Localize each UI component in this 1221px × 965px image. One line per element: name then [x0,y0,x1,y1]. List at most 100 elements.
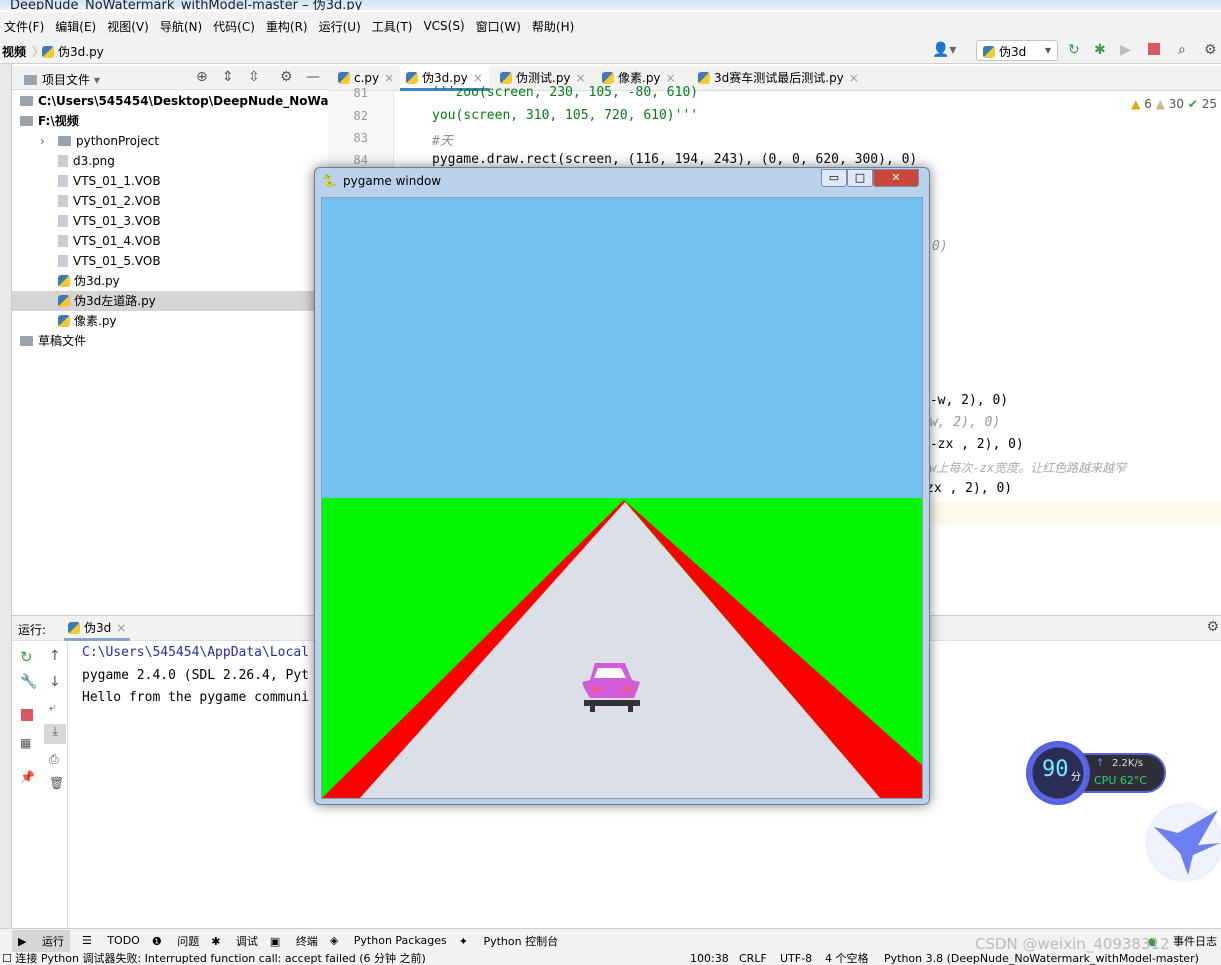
minimize-button[interactable]: ▭ [821,169,847,187]
tree-item[interactable]: ⌄F:\视频 [12,111,328,131]
python-file-icon [602,72,614,84]
tool-label: 运行 [41,934,64,948]
run-config-select[interactable]: 伪3d ▾ [976,40,1058,61]
print-icon[interactable]: ⎙ [49,752,59,767]
menu-file[interactable]: 文件(F) [0,18,44,35]
console-line: pygame 2.4.0 (SDL 2.26.4, Pyt [82,667,309,683]
tool-python-packages[interactable]: ◈ Python Packages [330,934,447,947]
menu-code[interactable]: 代码(C) [209,18,255,35]
tool-label: Python Packages [353,934,447,947]
breadcrumb-folder[interactable]: 视频 [2,43,26,60]
wrench-icon[interactable]: 🔧 [20,674,37,690]
score-value: 90 [1042,757,1069,782]
menu-run[interactable]: 运行(U) [315,18,361,35]
pygame-window[interactable]: 🐍 pygame window ▭ □ ✕ [314,167,930,805]
menu-edit[interactable]: 编辑(E) [51,18,96,35]
locate-icon[interactable]: ⊕ [196,69,208,85]
code-fragment: zx , 2), 0) [926,481,1013,496]
close-icon[interactable]: × [473,71,483,85]
close-icon[interactable]: × [576,71,586,85]
collapse-all-icon[interactable]: ⇳ [248,69,260,85]
menu-refactor[interactable]: 重构(R) [262,18,308,35]
python-file-icon [500,72,512,84]
tree-item[interactable]: VTS_01_5.VOB [12,251,328,271]
tool-debug[interactable]: ✱ 调试 [211,933,258,949]
tree-item[interactable]: 伪3d左道路.py [12,291,328,311]
maximize-button[interactable]: □ [847,169,873,187]
car-taillight [592,687,600,691]
soft-wrap-icon[interactable]: ⤶ [49,700,56,715]
tree-item[interactable]: VTS_01_2.VOB [12,191,328,211]
menu-navigate[interactable]: 导航(N) [156,18,202,35]
breadcrumb-file[interactable]: 伪3d.py [42,43,104,60]
tree-item[interactable]: 伪3d.py [12,271,328,291]
chevron-right-icon[interactable]: › [40,131,45,151]
up-arrow-icon[interactable]: ↑ [49,648,61,664]
tool-python-console[interactable]: ✦ Python 控制台 [459,933,558,949]
close-icon[interactable]: × [384,71,394,85]
pin-icon[interactable]: 📌 [20,770,35,784]
left-tool-strip [0,64,12,930]
tool-terminal[interactable]: ▣ 终端 [270,933,318,949]
tool-run[interactable]: ▶ 运行 [12,929,70,952]
close-icon[interactable]: × [666,71,676,85]
tree-item[interactable]: › pythonProject [12,131,328,151]
close-icon[interactable]: × [849,71,859,85]
line-separator[interactable]: CRLF [739,952,767,965]
down-arrow-icon[interactable]: ↓ [49,674,61,690]
caret-position[interactable]: 100:38 [690,952,729,965]
project-view-select[interactable]: 项目文件 ▾ [24,71,100,88]
menu-view[interactable]: 视图(V) [103,18,149,35]
tab-label: c.py [354,71,380,85]
search-icon[interactable]: ⌕ [1178,42,1186,58]
close-icon[interactable]: × [116,621,126,635]
pygame-canvas[interactable] [321,197,923,799]
status-message[interactable]: ☐ 连接 Python 调试器失败: Interrupted function … [2,952,426,965]
file-icon [58,195,68,207]
stop-icon[interactable] [1148,43,1160,55]
tree-item[interactable]: ›草稿文件 [12,331,328,351]
tree-item[interactable]: VTS_01_1.VOB [12,171,328,191]
tree-item-label: pythonProject [76,134,160,148]
tree-item[interactable]: 像素.py [12,311,328,331]
rerun-icon[interactable]: ↻ [20,648,33,666]
indent-setting[interactable]: 4 个空格 [825,952,869,965]
hide-icon[interactable]: — [306,69,320,85]
gear-icon[interactable]: ⚙ [1206,619,1219,635]
menu-vcs[interactable]: VCS(S) [419,19,464,33]
menu-tools[interactable]: 工具(T) [368,18,413,35]
tool-problems[interactable]: ❶ 问题 [152,933,199,949]
console-output[interactable]: C:\Users\545454\AppData\Local pygame 2.4… [82,642,309,710]
trash-icon[interactable]: 🗑 [49,776,64,790]
tool-todo[interactable]: ☰ TODO [82,934,140,947]
run-tab[interactable]: 伪3d × [64,616,131,641]
system-monitor-widget[interactable]: 90 分 ↑ 2.2K/s CPU 62°C [1026,741,1166,805]
hummingbird-app-icon[interactable] [1148,805,1221,880]
python-interpreter[interactable]: Python 3.8 (DeepNude_NoWatermark_withMod… [884,952,1199,965]
menu-window[interactable]: 窗口(W) [472,18,521,35]
layout-icon[interactable]: ▦ [20,736,31,750]
tab-3d-racing-test-py[interactable]: 3d赛车测试最后测试.py × [692,66,865,91]
tree-item[interactable]: VTS_01_4.VOB [12,231,328,251]
tree-item[interactable]: ⌄C:\Users\545454\Desktop\DeepNude_NoWat [12,91,328,111]
gear-icon[interactable]: ⚙ [1204,42,1217,58]
rerun-icon[interactable]: ↻ [1068,42,1080,58]
code-comment: #天 [432,134,453,149]
tree-item-label: VTS_01_1.VOB [73,174,161,188]
file-encoding[interactable]: UTF-8 [780,952,812,965]
close-button[interactable]: ✕ [873,169,919,187]
python-file-icon [698,72,710,84]
code-comment: zw上每次-zx宽度。让红色路越来越窄 [922,461,1127,475]
coverage-icon[interactable]: ▶ [1120,42,1131,58]
expand-all-icon[interactable]: ⇕ [222,69,234,85]
debug-bug-icon[interactable]: ✱ [1094,42,1106,58]
stop-icon[interactable] [21,709,33,721]
user-icon[interactable]: 👤▾ [932,42,956,58]
menu-help[interactable]: 帮助(H) [528,18,574,35]
tree-item[interactable]: VTS_01_3.VOB [12,211,328,231]
console-line: C:\Users\545454\AppData\Local [82,645,309,660]
scroll-to-end-icon[interactable]: ⤓ [44,724,66,744]
gear-icon[interactable]: ⚙ [280,69,293,85]
tree-item[interactable]: d3.png [12,151,328,171]
inspection-widget[interactable]: ▲ 6 ▲ 30 ✔ 25 [1131,97,1217,111]
